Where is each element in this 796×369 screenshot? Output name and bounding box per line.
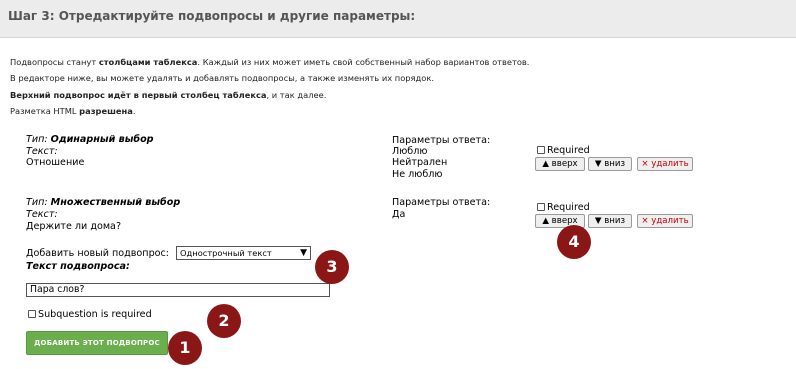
answer-option: Не люблю [392,169,443,180]
delete-button[interactable]: × удалить [637,214,693,228]
annotation-badge-1: 1 [168,331,202,365]
answer-option: Да [392,209,406,220]
subq-text: Держите ли дома? [26,221,122,232]
answer-params-label: Параметры ответа: [392,197,491,208]
step-title: Шаг 3: Отредактируйте подвопросы и други… [8,9,416,23]
subq-type: Тип: Одинарный выбор [26,134,154,145]
subquestion-required-row[interactable]: Subquestion is required [28,309,152,321]
required-checkbox-row[interactable]: Required [537,202,590,214]
answer-option: Нейтрален [392,157,448,168]
annotation-badge-4: 4 [557,225,591,259]
move-down-button[interactable]: ▼ вниз [588,157,632,171]
annotation-badge-2: 2 [207,304,241,338]
required-checkbox[interactable] [537,146,545,154]
required-checkbox-row[interactable]: Required [537,145,590,157]
subq-text-label: Текст: [26,209,58,220]
required-checkbox[interactable] [537,203,545,211]
subq-text: Отношение [26,157,85,168]
add-subquestion-label: Добавить новый подвопрос: [26,248,170,259]
move-down-button[interactable]: ▼ вниз [588,214,632,228]
step-header: Шаг 3: Отредактируйте подвопросы и други… [0,0,796,38]
chevron-down-icon: ▼ [300,248,307,258]
subquestion-type-select[interactable]: Однострочный текст ▼ [176,246,311,260]
add-subquestion-button[interactable]: ДОБАВИТЬ ЭТОТ ПОДВОПРОС [26,331,168,355]
subquestion-text-input[interactable]: Пара слов? [26,283,330,297]
subquestion-text-label: Текст подвопроса: [26,261,130,272]
intro-line-4: Разметка HTML разрешена. [10,105,136,116]
subquestion-required-checkbox[interactable] [28,310,36,318]
subq-type: Тип: Множественный выбор [26,197,181,208]
intro-line-1: Подвопросы станут столбцами таблекса. Ка… [10,57,530,67]
intro-line-2: В редакторе ниже, вы можете удалять и до… [10,73,434,84]
annotation-badge-3: 3 [315,250,349,284]
intro-text: Подвопросы станут столбцами таблекса. Ка… [10,54,529,119]
move-up-button[interactable]: ▲ вверх [535,157,585,171]
delete-button[interactable]: × удалить [637,157,693,171]
intro-line-3: Верхний подвопрос идёт в первый столбец … [10,89,327,100]
